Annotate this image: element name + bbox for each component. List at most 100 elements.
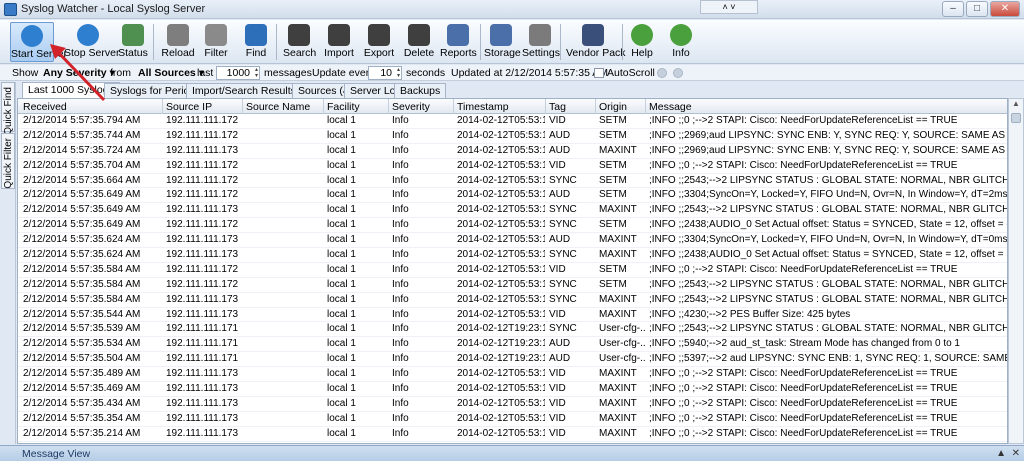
start-server-button[interactable]: Start Server: [10, 22, 67, 62]
column-header-source-name[interactable]: Source Name: [243, 99, 324, 114]
storage-button[interactable]: Storage: [484, 22, 521, 62]
column-header-tag[interactable]: Tag: [546, 99, 596, 114]
table-cell-source-ip: 192.111.111.173: [166, 427, 239, 439]
table-cell-timestamp: 2014-02-12T05:53:14Z: [457, 219, 545, 231]
table-cell-tag: AUD: [549, 338, 571, 350]
table-cell-tag: SYNC: [549, 204, 577, 216]
table-cell-origin: MAXINT: [599, 368, 637, 380]
table-cell-received: 2/12/2014 5:57:35.649 AM: [23, 219, 141, 231]
table-cell-origin: SETM: [599, 278, 627, 290]
table-cell-source-ip: 192.111.111.172: [166, 263, 239, 275]
table-row[interactable]: 2/12/2014 5:57:35.539 AM 192.111.111.171 l…: [18, 322, 1007, 338]
table-row[interactable]: 2/12/2014 5:57:35.649 AM 192.111.111.172 l…: [18, 218, 1007, 234]
ribbon-collapse-toggle[interactable]: ˄ ˅: [700, 0, 758, 14]
table-cell-source-ip: 192.111.111.173: [166, 249, 239, 261]
table-cell-facility: local 1: [327, 115, 356, 126]
filter-button[interactable]: Filter: [200, 22, 232, 62]
table-row[interactable]: 2/12/2014 5:57:35.354 AM 192.111.111.173 l…: [18, 412, 1007, 427]
close-icon[interactable]: ✕: [990, 1, 1020, 17]
table-row[interactable]: 2/12/2014 5:57:35.544 AM 192.111.111.173 l…: [18, 308, 1007, 323]
table-row[interactable]: 2/12/2014 5:57:35.649 AM 192.111.111.172 l…: [18, 188, 1007, 204]
table-row[interactable]: 2/12/2014 5:57:35.744 AM 192.111.111.172 l…: [18, 129, 1007, 144]
message-count-stepper[interactable]: 1000: [216, 66, 260, 80]
severity-dropdown[interactable]: Any Severity ▾: [43, 67, 115, 79]
stop-server-button[interactable]: Stop Server: [64, 22, 119, 62]
tab-backups[interactable]: Backups: [394, 83, 447, 98]
status-button[interactable]: Status: [116, 22, 150, 62]
update-interval-stepper[interactable]: 10: [368, 66, 402, 80]
table-row[interactable]: 2/12/2014 5:57:35.434 AM 192.111.111.173 l…: [18, 397, 1007, 412]
table-row[interactable]: 2/12/2014 5:57:35.664 AM 192.111.111.172 l…: [18, 174, 1007, 189]
table-cell-severity: Info: [392, 412, 409, 424]
table-row[interactable]: 2/12/2014 5:57:35.469 AM 192.111.111.173 l…: [18, 382, 1007, 397]
column-header-origin[interactable]: Origin: [596, 99, 646, 114]
table-cell-facility: local 1: [327, 189, 356, 201]
pin-icon[interactable]: ▲: [996, 448, 1006, 459]
table-cell-severity: Info: [392, 293, 409, 305]
maximize-icon[interactable]: □: [966, 1, 988, 17]
message-view-panel[interactable]: Message View ▲ ✕: [0, 445, 1024, 461]
toolbar-separator: [153, 24, 154, 60]
table-cell-source-ip: 192.111.111.173: [166, 383, 239, 395]
table-row[interactable]: 2/12/2014 5:57:35.794 AM 192.111.111.172 l…: [18, 114, 1007, 129]
tab-quick-find[interactable]: Quick Find: [1, 82, 15, 135]
column-header-message[interactable]: Message: [646, 99, 1007, 114]
toolbar-separator: [480, 24, 481, 60]
reload-button[interactable]: Reload: [160, 22, 196, 62]
column-header-severity[interactable]: Severity: [389, 99, 454, 114]
table-row[interactable]: 2/12/2014 5:57:35.199 AM 192.111.111.173 l…: [18, 442, 1007, 444]
table-row[interactable]: 2/12/2014 5:57:35.584 AM 192.111.111.173 l…: [18, 293, 1008, 308]
pause-icon[interactable]: [657, 68, 667, 78]
export-button[interactable]: Export: [362, 22, 396, 62]
table-row[interactable]: 2/12/2014 5:57:35.489 AM 192.111.111.173 l…: [18, 367, 1007, 383]
table-row[interactable]: 2/12/2014 5:57:35.649 AM 192.111.111.173 l…: [18, 203, 1007, 219]
info-button[interactable]: Info: [666, 22, 696, 62]
settings-button[interactable]: Settings: [522, 22, 560, 62]
table-cell-message: ;INFO ;;0 ;-->2 STAPI: Cisco: NeedForUpd…: [649, 115, 958, 126]
toolbar-button-label: Storage: [484, 47, 521, 59]
table-cell-source-ip: 192.111.111.172: [166, 278, 239, 290]
reports-button[interactable]: Reports: [440, 22, 477, 62]
table-cell-message: ;INFO ;;0 ;-->2 STAPI: Cisco: NeedForUpd…: [649, 412, 958, 424]
table-cell-timestamp: 2014-02-12T05:53:14Z: [457, 129, 545, 141]
check-icon[interactable]: [673, 68, 683, 78]
table-row[interactable]: 2/12/2014 5:57:35.584 AM 192.111.111.172 l…: [18, 263, 1007, 278]
table-cell-received: 2/12/2014 5:57:35.584 AM: [23, 293, 141, 305]
table-cell-origin: User-cfg-...: [599, 353, 645, 365]
import-button[interactable]: Import: [322, 22, 356, 62]
table-cell-message: ;INFO ;;2543;-->2 LIPSYNC STATUS : GLOBA…: [649, 293, 1008, 305]
toolbar-separator: [560, 24, 561, 60]
minimize-icon[interactable]: –: [942, 1, 964, 17]
table-row[interactable]: 2/12/2014 5:57:35.704 AM 192.111.111.172 l…: [18, 159, 1007, 174]
find-button[interactable]: Find: [240, 22, 272, 62]
table-cell-tag: VID: [549, 115, 566, 126]
sources-dropdown[interactable]: All Sources ▾: [138, 67, 204, 79]
column-header-facility[interactable]: Facility: [324, 99, 389, 114]
table-row[interactable]: 2/12/2014 5:57:35.624 AM 192.111.111.173 l…: [18, 233, 1007, 249]
table-cell-facility: local 1: [327, 174, 356, 186]
table-row[interactable]: 2/12/2014 5:57:35.214 AM 192.111.111.173 l…: [18, 427, 1007, 442]
gear-icon: [529, 24, 551, 46]
help-button[interactable]: Help: [627, 22, 657, 62]
autoscroll-checkbox[interactable]: [594, 68, 604, 78]
table-row[interactable]: 2/12/2014 5:57:35.624 AM 192.111.111.173 l…: [18, 248, 1007, 263]
table-row[interactable]: 2/12/2014 5:57:35.584 AM 192.111.111.172 l…: [18, 278, 1007, 293]
table-row[interactable]: 2/12/2014 5:57:35.504 AM 192.111.111.171 l…: [18, 352, 1007, 368]
tab-quick-filter[interactable]: Quick Filter: [1, 133, 15, 189]
vendor-pack-button[interactable]: Vendor Pack: [566, 22, 626, 62]
scroll-thumb[interactable]: [1011, 113, 1021, 123]
search-button[interactable]: Search: [283, 22, 316, 62]
table-row[interactable]: 2/12/2014 5:57:35.534 AM 192.111.111.171 l…: [18, 337, 1007, 353]
panel-close-icon[interactable]: ✕: [1012, 448, 1020, 459]
table-cell-origin: MAXINT: [599, 383, 637, 395]
scroll-up-icon[interactable]: ▲: [1009, 99, 1023, 111]
delete-button[interactable]: Delete: [403, 22, 435, 62]
table-cell-received: 2/12/2014 5:57:35.649 AM: [23, 204, 141, 216]
table-cell-tag: VID: [549, 427, 566, 439]
table-cell-facility: local 1: [327, 338, 356, 350]
table-row[interactable]: 2/12/2014 5:57:35.724 AM 192.111.111.173 l…: [18, 144, 1007, 159]
vertical-scrollbar[interactable]: ▲: [1008, 98, 1024, 444]
column-header-source-ip[interactable]: Source IP: [163, 99, 243, 114]
column-header-received[interactable]: Received: [20, 99, 163, 114]
column-header-timestamp[interactable]: Timestamp: [454, 99, 546, 114]
